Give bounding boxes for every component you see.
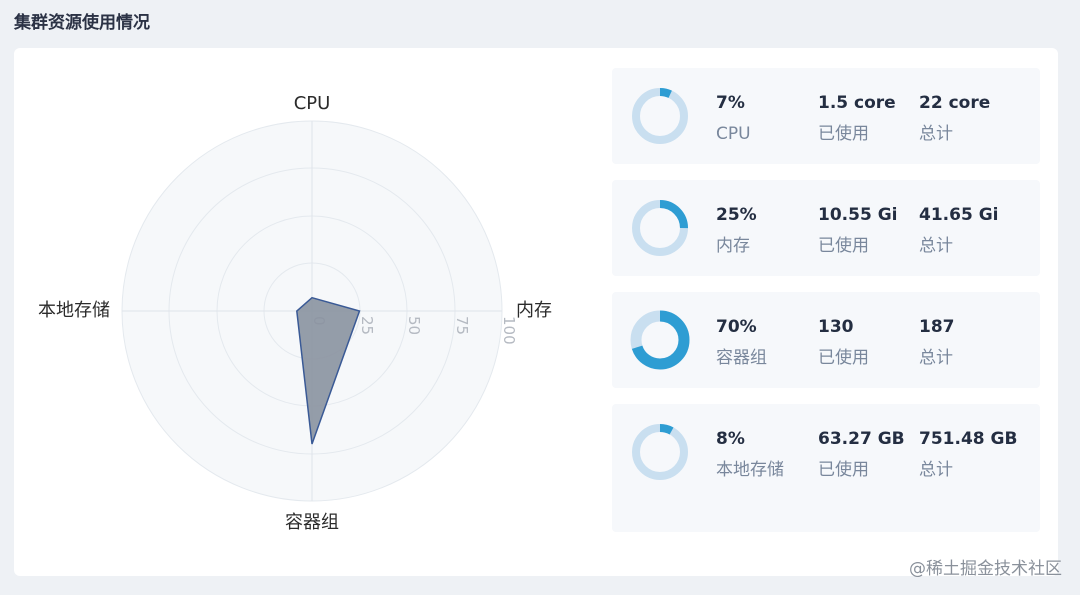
storage-total-value: 751.48 GB bbox=[919, 429, 1018, 449]
memory-percent: 25% bbox=[716, 205, 757, 225]
donut-track bbox=[632, 424, 688, 480]
stat-card-memory: 25% 内存 10.55 Gi 已使用 41.65 Gi 总计 bbox=[612, 180, 1040, 276]
storage-used-value: 63.27 GB bbox=[818, 429, 905, 449]
storage-donut-chart bbox=[632, 424, 688, 480]
radar-axis-label-cpu: CPU bbox=[294, 93, 331, 114]
radar-chart: CPU 内存 容器组 本地存储 0 25 50 75 100 bbox=[38, 93, 552, 533]
memory-name: 内存 bbox=[716, 236, 750, 256]
watermark: @稀土掘金技术社区 bbox=[909, 559, 1062, 579]
radar-axis-label-memory: 内存 bbox=[516, 300, 552, 321]
cpu-name: CPU bbox=[716, 124, 751, 144]
radar-tick-100: 100 bbox=[500, 316, 518, 345]
pods-total-value: 187 bbox=[919, 317, 955, 337]
cpu-total-label: 总计 bbox=[919, 124, 953, 144]
memory-used-value: 10.55 Gi bbox=[818, 205, 898, 225]
cpu-percent: 7% bbox=[716, 93, 745, 113]
stat-card-cpu: 7% CPU 1.5 core 已使用 22 core 总计 bbox=[612, 68, 1040, 164]
cpu-donut-chart bbox=[632, 88, 688, 144]
cpu-used-value: 1.5 core bbox=[818, 93, 896, 113]
memory-total-value: 41.65 Gi bbox=[919, 205, 999, 225]
radar-axis-label-pods: 容器组 bbox=[285, 512, 339, 533]
pods-total-label: 总计 bbox=[919, 348, 953, 368]
cpu-total-value: 22 core bbox=[919, 93, 991, 113]
radar-axis-label-storage: 本地存储 bbox=[38, 300, 110, 321]
pods-name: 容器组 bbox=[716, 348, 767, 368]
pods-percent: 70% bbox=[716, 317, 757, 337]
pods-used-value: 130 bbox=[818, 317, 854, 337]
memory-total-label: 总计 bbox=[919, 236, 953, 256]
stat-card-pods: 70% 容器组 130 已使用 187 总计 bbox=[612, 292, 1040, 388]
radar-tick-75: 75 bbox=[453, 316, 471, 335]
memory-donut-chart bbox=[632, 200, 688, 256]
pods-used-label: 已使用 bbox=[818, 348, 869, 368]
storage-total-label: 总计 bbox=[919, 460, 953, 480]
memory-used-label: 已使用 bbox=[818, 236, 869, 256]
radar-tick-25: 25 bbox=[358, 316, 376, 335]
radar-tick-50: 50 bbox=[405, 316, 423, 335]
cpu-used-label: 已使用 bbox=[818, 124, 869, 144]
page-title: 集群资源使用情况 bbox=[14, 13, 150, 33]
storage-name: 本地存储 bbox=[716, 460, 784, 480]
storage-percent: 8% bbox=[716, 429, 745, 449]
donut-track bbox=[632, 88, 688, 144]
pods-donut-chart bbox=[630, 310, 690, 370]
storage-used-label: 已使用 bbox=[818, 460, 869, 480]
stat-card-storage: 8% 本地存储 63.27 GB 已使用 751.48 GB 总计 bbox=[612, 404, 1040, 532]
